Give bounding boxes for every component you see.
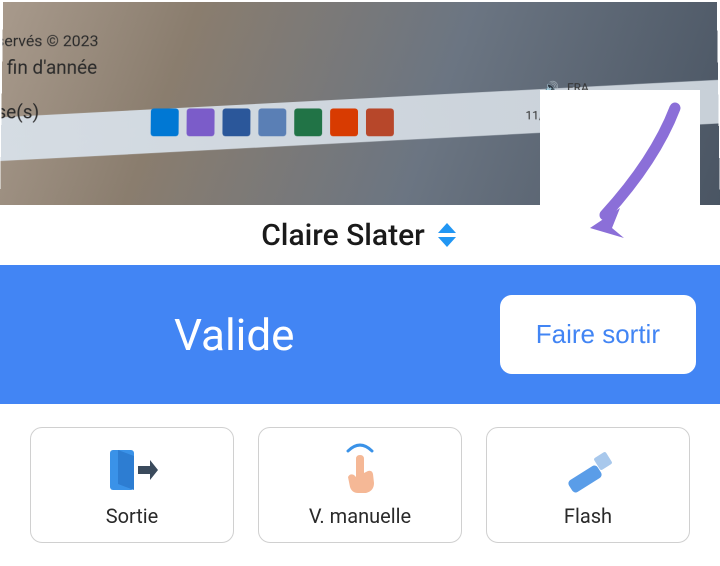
manual-validation-button[interactable]: V. manuelle [258,427,462,543]
preview-text: éservés © 2023 [0,31,99,50]
sortie-button[interactable]: Sortie [30,427,234,543]
button-label: V. manuelle [309,504,411,528]
faire-sortir-button[interactable]: Faire sortir [500,295,696,374]
exit-icon [104,446,160,494]
button-label: Flash [564,504,612,528]
arrow-annotation-icon [580,100,690,240]
flashlight-icon [560,446,616,494]
button-label: Sortie [106,504,159,528]
taskbar-icons [151,108,394,136]
preview-text: e fin d'année [0,56,97,79]
tap-icon [338,446,382,494]
status-bar: Valide Faire sortir [0,265,720,404]
status-label: Valide [174,309,295,361]
flash-button[interactable]: Flash [486,427,690,543]
sort-icon[interactable] [435,221,459,249]
person-name: Claire Slater [261,218,425,253]
preview-text: se(s) [0,101,39,124]
annotation-overlay [540,90,700,260]
action-row: Sortie V. manuelle Flash [0,404,720,566]
